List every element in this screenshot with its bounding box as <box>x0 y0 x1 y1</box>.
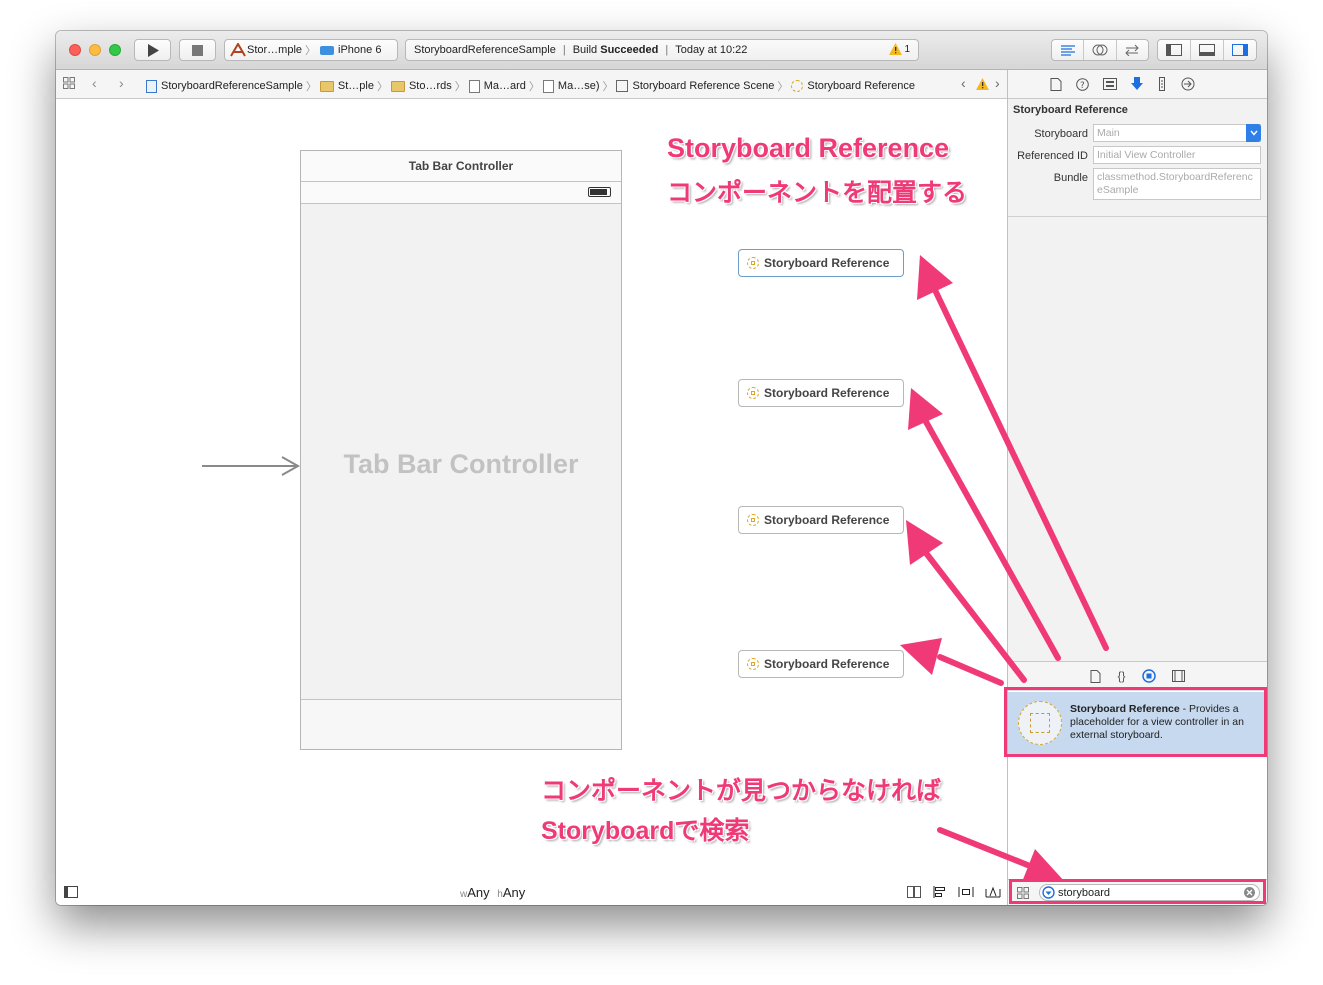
arrow-to-ref-4 <box>900 638 1004 686</box>
arrow-to-search <box>937 827 1065 882</box>
arrow-to-ref-2 <box>908 388 1061 661</box>
annotation-arrows <box>900 255 1109 882</box>
